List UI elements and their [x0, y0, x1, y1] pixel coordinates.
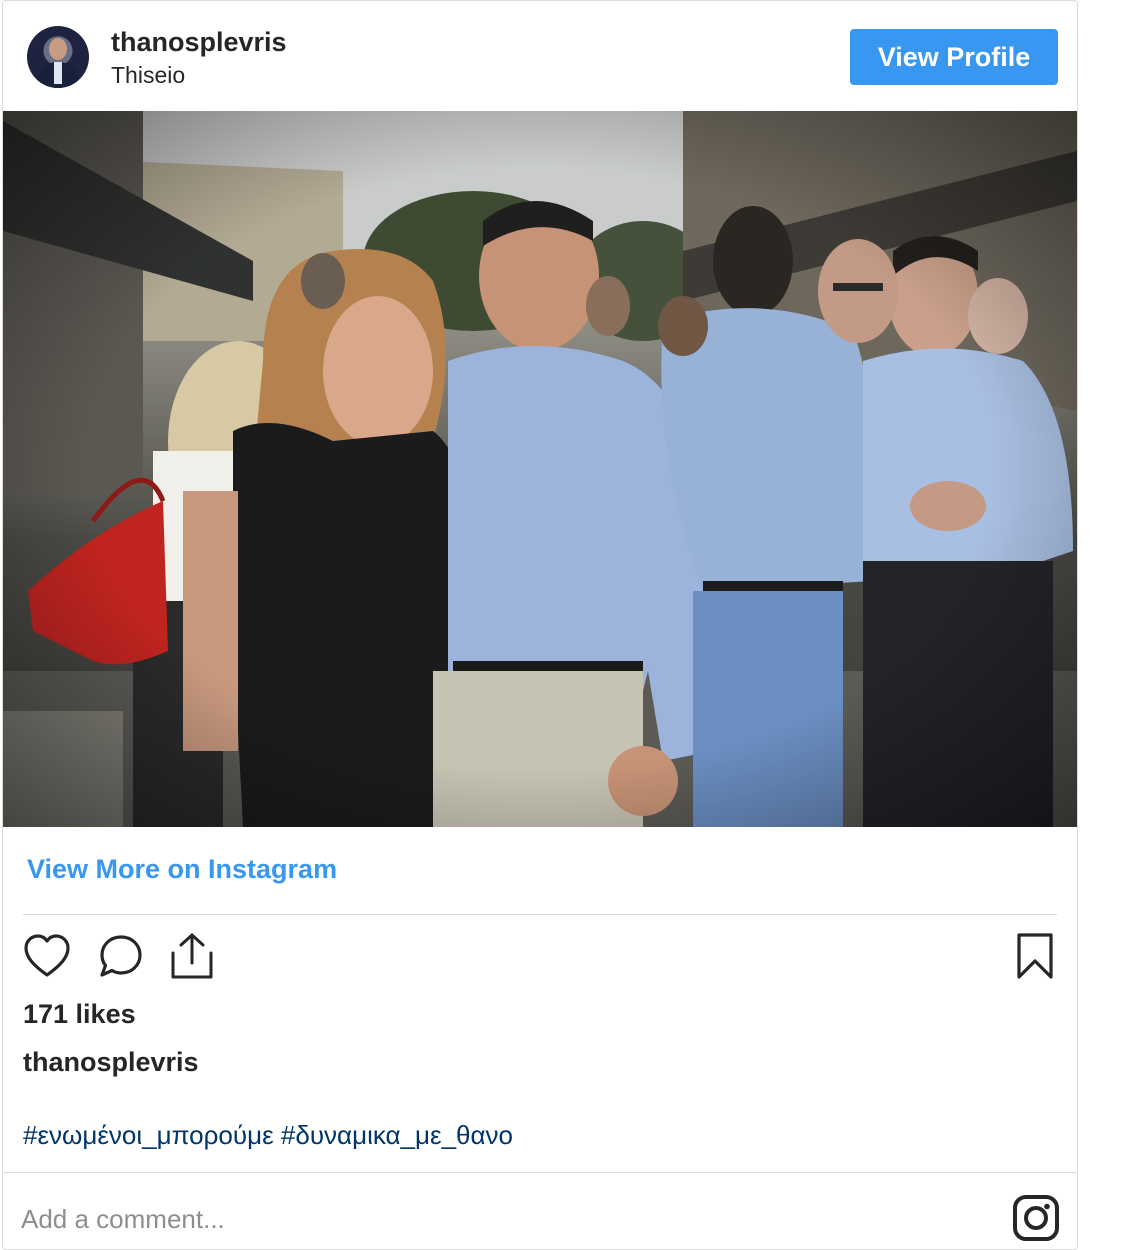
caption-username[interactable]: thanosplevris: [23, 1047, 199, 1078]
comment-button[interactable]: [97, 933, 145, 986]
share-icon: [171, 933, 213, 979]
comment-icon: [100, 935, 142, 977]
hashtag-link[interactable]: #δυναμικα_με_θανο: [281, 1120, 513, 1150]
header-location[interactable]: Thiseio: [111, 62, 185, 89]
caption-hashtags: #ενωμένοι_μπορούμε #δυναμικα_με_θανο: [23, 1120, 513, 1151]
share-button[interactable]: [169, 931, 215, 986]
profile-avatar[interactable]: [27, 26, 89, 88]
post-photo-image: [3, 111, 1077, 827]
comment-input[interactable]: [21, 1201, 921, 1237]
post-header: thanosplevris Thiseio View Profile: [3, 1, 1077, 111]
view-more-link[interactable]: View More on Instagram: [27, 854, 337, 885]
heart-icon: [24, 934, 70, 977]
save-button[interactable]: [1015, 931, 1055, 986]
bookmark-icon: [1017, 933, 1053, 979]
likes-count[interactable]: 171 likes: [23, 999, 136, 1030]
hashtag-link[interactable]: #ενωμένοι_μπορούμε: [23, 1120, 274, 1150]
header-username[interactable]: thanosplevris: [111, 27, 287, 58]
like-button[interactable]: [23, 933, 71, 984]
post-photo[interactable]: [3, 111, 1077, 827]
divider: [23, 914, 1057, 915]
instagram-logo-icon: [1013, 1195, 1059, 1241]
view-profile-button[interactable]: View Profile: [850, 29, 1058, 85]
instagram-logo-button[interactable]: [1011, 1193, 1061, 1248]
divider: [3, 1172, 1077, 1173]
instagram-embed-card: thanosplevris Thiseio View Profile View …: [2, 0, 1078, 1250]
